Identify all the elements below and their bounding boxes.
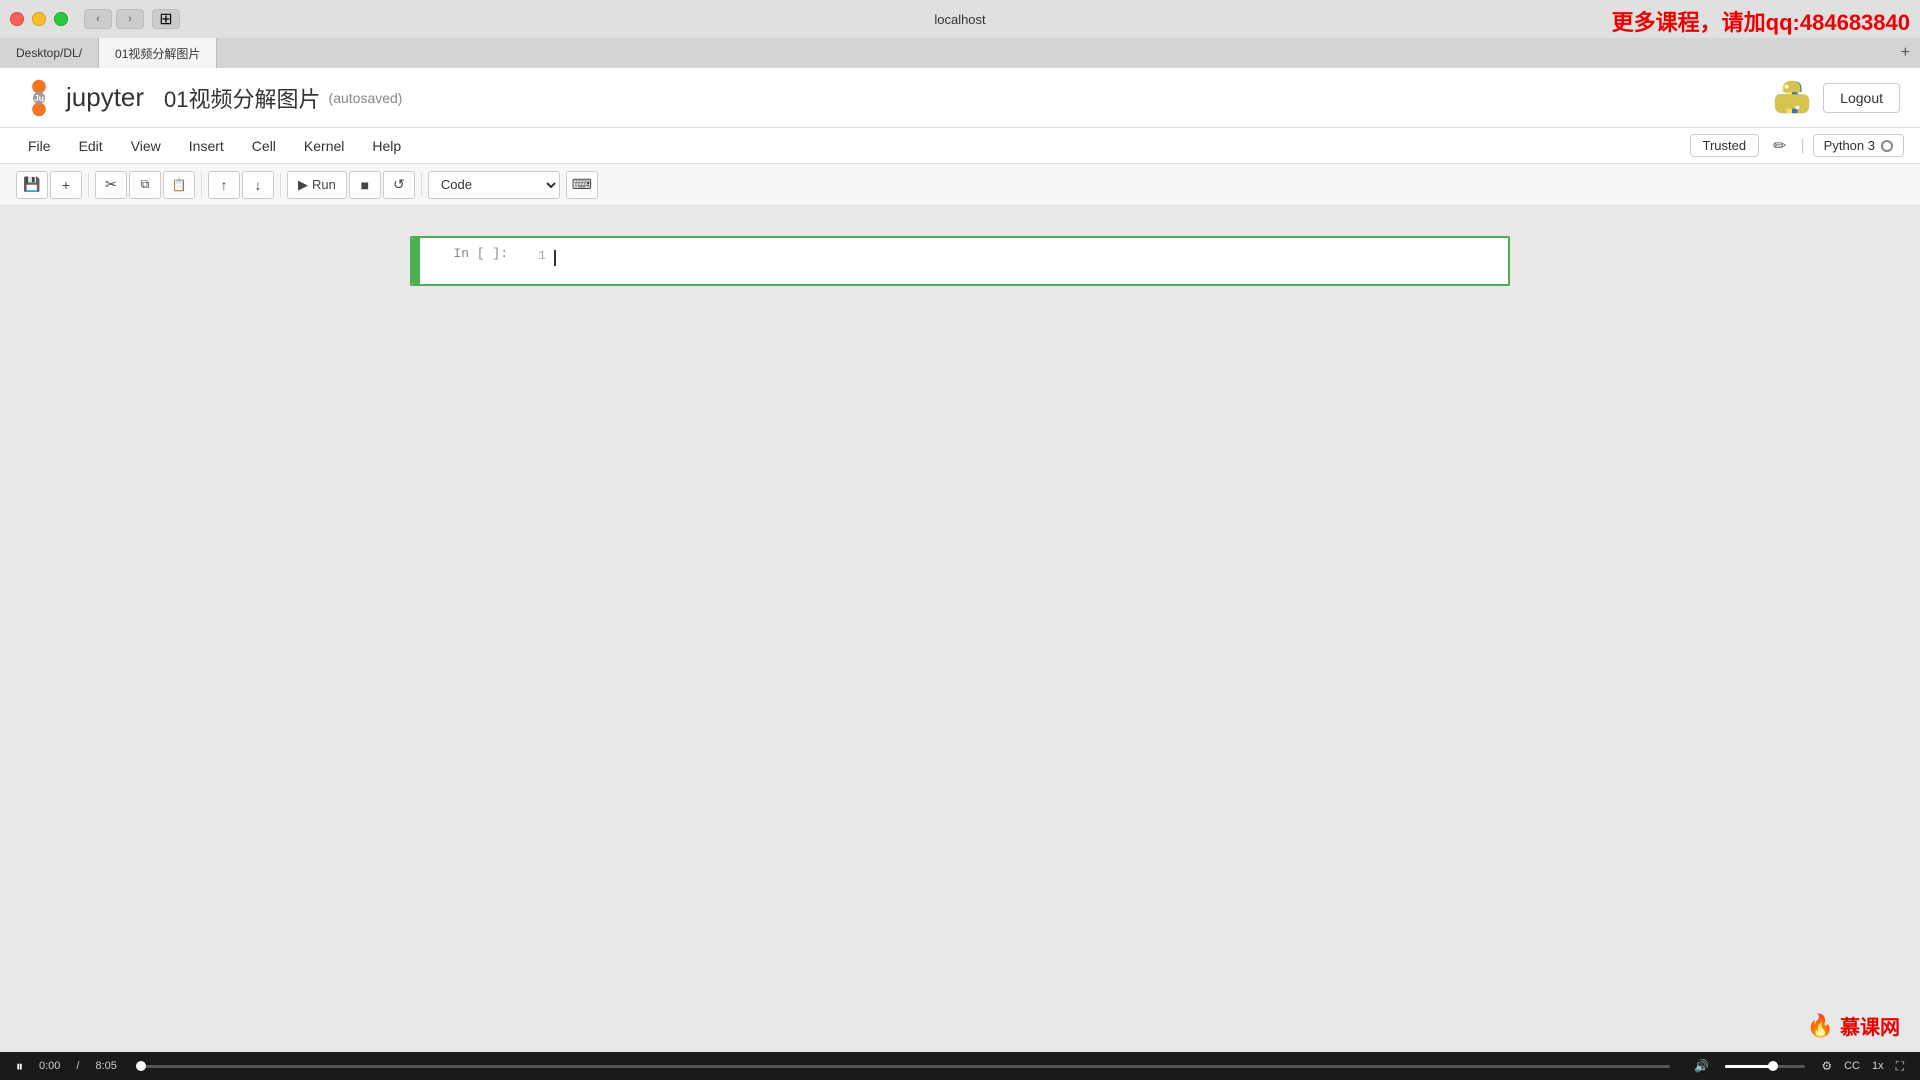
progress-thumb: [136, 1061, 146, 1071]
copy-icon: ⧉: [141, 177, 150, 192]
settings-icon[interactable]: ⚙: [1821, 1059, 1832, 1073]
trusted-button[interactable]: Trusted: [1690, 134, 1760, 157]
menubar: File Edit View Insert Cell Kernel Help T…: [0, 128, 1920, 164]
player-controls-right: ⚙ CC 1x ⛶: [1821, 1059, 1904, 1074]
nav-buttons: ‹ ›: [84, 9, 144, 29]
edit-pencil-button[interactable]: ✏: [1767, 134, 1792, 158]
tab-notebook[interactable]: 01视频分解图片: [99, 38, 217, 68]
menu-view[interactable]: View: [119, 134, 173, 158]
notebook-title: 01视频分解图片: [164, 82, 320, 114]
svg-text:Ju: Ju: [34, 93, 44, 103]
kernel-status-circle: [1881, 140, 1893, 152]
separator-2: [201, 173, 202, 197]
move-down-icon: ↓: [255, 177, 262, 193]
save-button[interactable]: 💾: [16, 171, 48, 199]
add-cell-button[interactable]: +: [50, 171, 82, 199]
python-logo-icon: [1773, 79, 1811, 117]
traffic-lights: [10, 12, 68, 26]
restart-icon: ↺: [393, 176, 405, 193]
move-up-icon: ↑: [221, 177, 228, 193]
code-cell[interactable]: In [ ]: 1: [410, 236, 1510, 286]
tab-label: Desktop/DL/: [16, 46, 82, 60]
stop-button[interactable]: ■: [349, 171, 381, 199]
back-button[interactable]: ‹: [84, 9, 112, 29]
cut-button[interactable]: ✂: [95, 171, 127, 199]
text-cursor: [554, 250, 556, 266]
captions-button[interactable]: CC: [1844, 1060, 1860, 1072]
code-editor[interactable]: [554, 246, 1504, 276]
volume-fill: [1725, 1065, 1773, 1068]
video-player-bar: ⏸ 0:00 / 8:05 🔊 ⚙ CC 1x ⛶: [0, 1052, 1920, 1080]
restart-button[interactable]: ↺: [383, 171, 415, 199]
jupyter-logo-icon: Ju: [20, 79, 58, 117]
menubar-right: Trusted ✏ | Python 3: [1690, 134, 1904, 158]
video-progress-bar[interactable]: [141, 1065, 1670, 1068]
menu-file[interactable]: File: [16, 134, 63, 158]
cell-input-area: 1: [520, 238, 1508, 284]
run-button[interactable]: ▶ Run: [287, 171, 347, 199]
move-down-button[interactable]: ↓: [242, 171, 274, 199]
header-right: Logout: [1773, 79, 1900, 117]
menu-cell[interactable]: Cell: [240, 134, 288, 158]
move-up-button[interactable]: ↑: [208, 171, 240, 199]
flame-icon: 🔥: [1807, 1013, 1834, 1039]
close-button[interactable]: [10, 12, 24, 26]
watermark-bottom-right: 🔥 慕课网: [1807, 1011, 1900, 1040]
separator-3: [280, 173, 281, 197]
current-time: 0:00: [39, 1060, 60, 1072]
separator: |: [1801, 137, 1805, 155]
watermark-bottom-text: 慕课网: [1840, 1011, 1900, 1040]
tabbar: Desktop/DL/ 01视频分解图片 +: [0, 38, 1920, 68]
menu-insert[interactable]: Insert: [177, 134, 236, 158]
kernel-name: Python 3: [1824, 138, 1875, 153]
paste-button[interactable]: 📋: [163, 171, 195, 199]
volume-thumb: [1768, 1061, 1778, 1071]
pause-button[interactable]: ⏸: [16, 1058, 23, 1075]
speed-button[interactable]: 1x: [1872, 1060, 1884, 1072]
total-time: 8:05: [95, 1060, 116, 1072]
window-title: localhost: [934, 12, 985, 27]
autosaved-status: (autosaved): [329, 90, 403, 106]
volume-bar[interactable]: [1725, 1065, 1805, 1068]
fullscreen-button[interactable]: ⛶: [1896, 1059, 1904, 1074]
tab-label: 01视频分解图片: [115, 45, 200, 62]
separator-1: [88, 173, 89, 197]
run-label: Run: [312, 177, 336, 192]
run-icon: ▶: [298, 177, 308, 193]
cell-active-indicator: [412, 238, 420, 284]
stop-icon: ■: [361, 177, 369, 193]
maximize-button[interactable]: [54, 12, 68, 26]
sidebar-toggle[interactable]: ⊞: [152, 9, 180, 29]
jupyter-header: Ju jupyter 01视频分解图片 (autosaved) Logout: [0, 68, 1920, 128]
keyboard-shortcuts-button[interactable]: ⌨: [566, 171, 598, 199]
forward-button[interactable]: ›: [116, 9, 144, 29]
titlebar: ‹ › ⊞ localhost 更多课程，请加qq:484683840: [0, 0, 1920, 38]
main-content: In [ ]: 1: [0, 206, 1920, 1052]
line-number: 1: [524, 246, 554, 276]
kernel-indicator: Python 3: [1813, 134, 1904, 157]
jupyter-logo: Ju jupyter: [20, 79, 144, 117]
menu-kernel[interactable]: Kernel: [292, 134, 356, 158]
menu-help[interactable]: Help: [360, 134, 413, 158]
prompt-text: In [ ]:: [453, 246, 508, 261]
toolbar: 💾 + ✂ ⧉ 📋 ↑ ↓ ▶ Run ■ ↺ Code Markdown Ra…: [0, 164, 1920, 206]
cell-type-select[interactable]: Code Markdown Raw NBConvert Heading: [428, 171, 560, 199]
add-icon: +: [62, 177, 70, 193]
tab-add-button[interactable]: +: [1891, 38, 1920, 68]
volume-icon: 🔊: [1694, 1059, 1709, 1073]
tab-desktop[interactable]: Desktop/DL/: [0, 38, 99, 68]
cut-icon: ✂: [105, 176, 117, 193]
separator-4: [421, 173, 422, 197]
menu-edit[interactable]: Edit: [67, 134, 115, 158]
minimize-button[interactable]: [32, 12, 46, 26]
cell-prompt: In [ ]:: [420, 238, 520, 284]
time-separator: /: [76, 1060, 79, 1072]
jupyter-brand-text: jupyter: [66, 82, 144, 113]
keyboard-icon: ⌨: [572, 176, 592, 193]
logout-button[interactable]: Logout: [1823, 83, 1900, 113]
save-icon: 💾: [23, 176, 40, 193]
copy-button[interactable]: ⧉: [129, 171, 161, 199]
watermark-top: 更多课程，请加qq:484683840: [1612, 5, 1910, 37]
paste-icon: 📋: [172, 178, 187, 192]
